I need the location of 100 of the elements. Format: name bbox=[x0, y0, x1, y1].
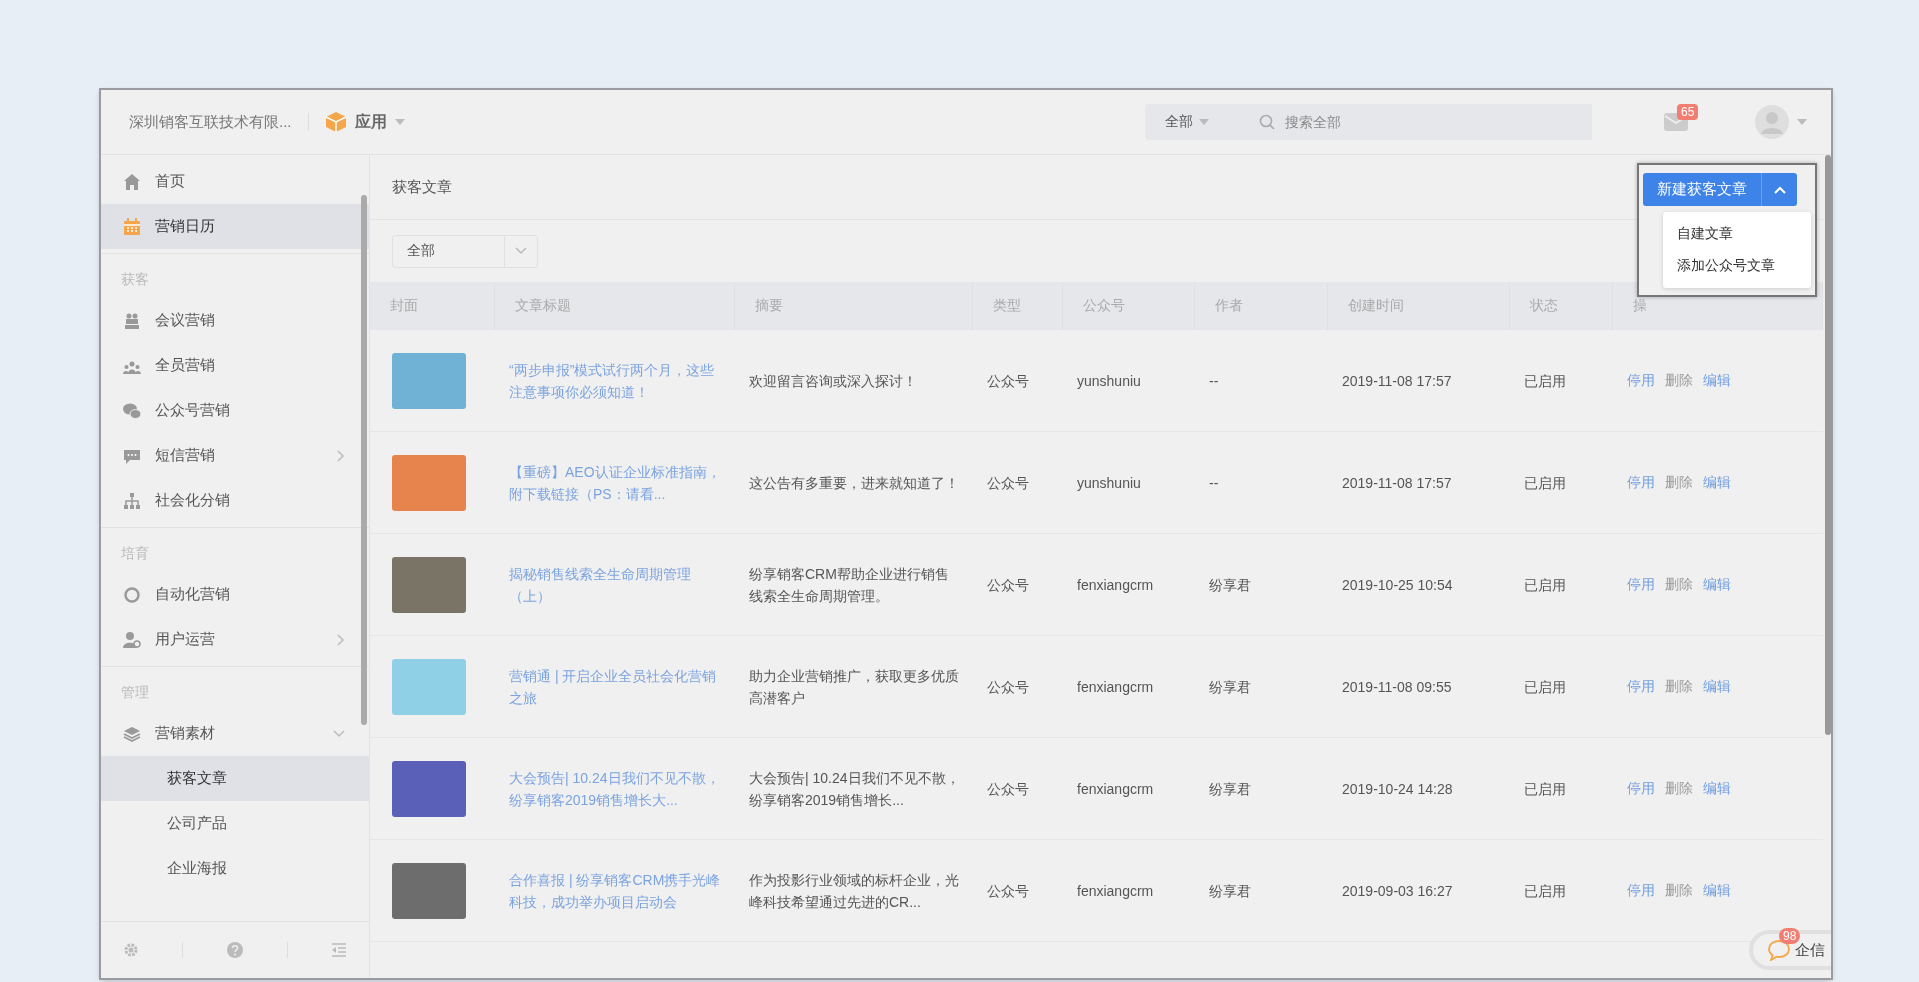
table-cell-text: 2019-11-08 17:57 bbox=[1342, 473, 1452, 493]
caret-icon bbox=[1199, 119, 1209, 125]
table-cell-text: 这公告有多重要，进来就知道了！ bbox=[749, 473, 959, 493]
table-cell-text: 纷享销客CRM帮助企业进行销售线索全生命周期管理。 bbox=[749, 564, 950, 606]
avatar-icon[interactable] bbox=[1755, 105, 1789, 139]
scrollbar[interactable] bbox=[1825, 155, 1831, 735]
sidebar-item[interactable]: 自动化营销 bbox=[101, 572, 369, 617]
column-header: 文章标题 bbox=[495, 282, 735, 330]
search-icon bbox=[1259, 114, 1275, 130]
cube-icon bbox=[324, 111, 347, 133]
menu-item[interactable]: 添加公众号文章 bbox=[1663, 250, 1811, 282]
table-cell-text: 作为投影行业领域的标杆企业，光峰科技希望通过先进的CR... bbox=[749, 870, 960, 912]
new-article-button[interactable]: 新建获客文章 bbox=[1643, 173, 1761, 206]
chevron-down-icon bbox=[333, 729, 345, 738]
table-cell-text: fenxiangcrm bbox=[1077, 575, 1154, 595]
table-cell-text: fenxiangcrm bbox=[1077, 677, 1154, 697]
table-cell-text: 欢迎留言咨询或深入探讨！ bbox=[749, 371, 917, 391]
chevron-right-icon bbox=[337, 449, 345, 462]
table-cell-text: 2019-10-25 10:54 bbox=[1342, 575, 1453, 595]
table-cell-text: 公众号 bbox=[987, 371, 1029, 391]
page-title: 获客文章 bbox=[392, 177, 452, 197]
caret-icon bbox=[394, 119, 405, 125]
column-header: 作者 bbox=[1195, 282, 1328, 330]
action-link[interactable]: 编辑 bbox=[1703, 371, 1731, 390]
table-cell-text: 2019-10-24 14:28 bbox=[1342, 779, 1453, 799]
column-header: 类型 bbox=[973, 282, 1063, 330]
column-header: 公众号 bbox=[1063, 282, 1195, 330]
help-icon[interactable] bbox=[227, 942, 243, 958]
search-input[interactable]: 搜索全部 bbox=[1283, 113, 1587, 131]
layers-icon bbox=[123, 724, 141, 743]
action-link[interactable]: 停用 bbox=[1627, 575, 1655, 594]
action-link[interactable]: 停用 bbox=[1627, 473, 1655, 492]
sidebar-item[interactable]: 短信营销 bbox=[101, 433, 369, 478]
article-title-link[interactable]: 营销通 | 开启企业全员社会化营销之旅 bbox=[509, 664, 723, 709]
menu-item[interactable]: 自建文章 bbox=[1663, 218, 1811, 250]
sidebar-item[interactable]: 公司产品 bbox=[101, 801, 369, 846]
action-link[interactable]: 编辑 bbox=[1703, 881, 1731, 900]
action-link[interactable]: 编辑 bbox=[1703, 575, 1731, 594]
user-icon bbox=[123, 630, 141, 649]
scrollbar[interactable] bbox=[361, 195, 367, 725]
table-cell-text: fenxiangcrm bbox=[1077, 881, 1154, 901]
article-title-link[interactable]: 合作喜报 | 纷享销客CRM携手光峰科技，成功举办项目启动会 bbox=[509, 868, 723, 913]
column-header: 封面 bbox=[370, 282, 495, 330]
table-cell-text: -- bbox=[1209, 371, 1219, 391]
table-cell-text: 纷享君 bbox=[1209, 881, 1251, 901]
search-field[interactable]: 搜索全部 bbox=[1259, 104, 1592, 140]
action-link[interactable]: 停用 bbox=[1627, 881, 1655, 900]
table-cell-text: 助力企业营销推广，获取更多优质高潜客户 bbox=[749, 666, 960, 708]
scope-dropdown[interactable]: 全部 bbox=[1165, 113, 1209, 131]
hierarchy-icon bbox=[123, 491, 141, 510]
table-cell-text: 大会预告| 10.24日我们不见不散，纷享销客2019销售增长... bbox=[749, 768, 961, 810]
article-title-link[interactable]: 【重磅】AEO认证企业标准指南，附下载链接（PS：请看... bbox=[509, 460, 723, 505]
sidebar-item[interactable]: 公众号营销 bbox=[101, 388, 369, 433]
sidebar-item[interactable]: 营销日历 bbox=[101, 204, 369, 249]
table-cell-text: 公众号 bbox=[987, 575, 1029, 595]
sidebar-item[interactable]: 全员营销 bbox=[101, 343, 369, 388]
sidebar-item[interactable]: 企业海报 bbox=[101, 846, 369, 891]
sidebar-item[interactable]: 会议营销 bbox=[101, 298, 369, 343]
sidebar-item[interactable]: 用户运营 bbox=[101, 617, 369, 662]
sidebar-item[interactable]: 营销素材 bbox=[101, 711, 369, 756]
dropdown-toggle[interactable] bbox=[1761, 173, 1797, 206]
collapse-icon[interactable] bbox=[331, 943, 348, 957]
action-link[interactable]: 停用 bbox=[1627, 779, 1655, 798]
table-cell-text: 已启用 bbox=[1524, 779, 1566, 799]
column-header: 摘要 bbox=[735, 282, 973, 330]
calendar-icon bbox=[123, 217, 141, 236]
action-link[interactable]: 编辑 bbox=[1703, 677, 1731, 696]
chat-widget[interactable]: 98 企信 bbox=[1749, 930, 1831, 970]
chevron-up-icon bbox=[1773, 185, 1786, 194]
action-link[interactable]: 编辑 bbox=[1703, 779, 1731, 798]
table-cell-text: 已启用 bbox=[1524, 371, 1566, 391]
sidebar-item[interactable]: 首页 bbox=[101, 159, 369, 204]
caret-icon bbox=[1797, 119, 1807, 125]
column-header: 状态 bbox=[1510, 282, 1613, 330]
action-link[interactable]: 停用 bbox=[1627, 677, 1655, 696]
home-icon bbox=[123, 172, 141, 191]
people-icon bbox=[123, 311, 141, 330]
action-link[interactable]: 停用 bbox=[1627, 371, 1655, 390]
table-cell-text: 已启用 bbox=[1524, 575, 1566, 595]
chevron-down-icon bbox=[515, 247, 527, 255]
article-title-link[interactable]: 揭秘销售线索全生命周期管理（上） bbox=[509, 562, 723, 607]
table-cell-text: 已启用 bbox=[1524, 881, 1566, 901]
notification-badge: 65 bbox=[1677, 104, 1699, 120]
chevron-right-icon bbox=[337, 633, 345, 646]
sidebar-item[interactable]: 社会化分销 bbox=[101, 478, 369, 523]
table-cell-text: 已启用 bbox=[1524, 473, 1566, 493]
article-title-link[interactable]: “两步申报”模式试行两个月，这些注意事项你必须知道！ bbox=[509, 358, 723, 403]
settings-icon[interactable] bbox=[122, 942, 139, 958]
table-cell-text: 公众号 bbox=[987, 779, 1029, 799]
article-title-link[interactable]: 大会预告| 10.24日我们不见不散，纷享销客2019销售增长大... bbox=[509, 766, 723, 811]
table-cell-text: yunshuniu bbox=[1077, 473, 1141, 493]
table-cell-text: 2019-09-03 16:27 bbox=[1342, 881, 1453, 901]
filter-dropdown[interactable]: 全部 bbox=[392, 234, 538, 268]
table-cell-text: 已启用 bbox=[1524, 677, 1566, 697]
action-link[interactable]: 编辑 bbox=[1703, 473, 1731, 492]
table-cell-text: fenxiangcrm bbox=[1077, 779, 1154, 799]
company-name[interactable]: 深圳销客互联技术有限... bbox=[129, 112, 292, 132]
app-menu[interactable]: 应用 bbox=[324, 111, 405, 133]
sidebar-item[interactable]: 获客文章 bbox=[101, 756, 369, 801]
column-header: 创建时间 bbox=[1328, 282, 1510, 330]
